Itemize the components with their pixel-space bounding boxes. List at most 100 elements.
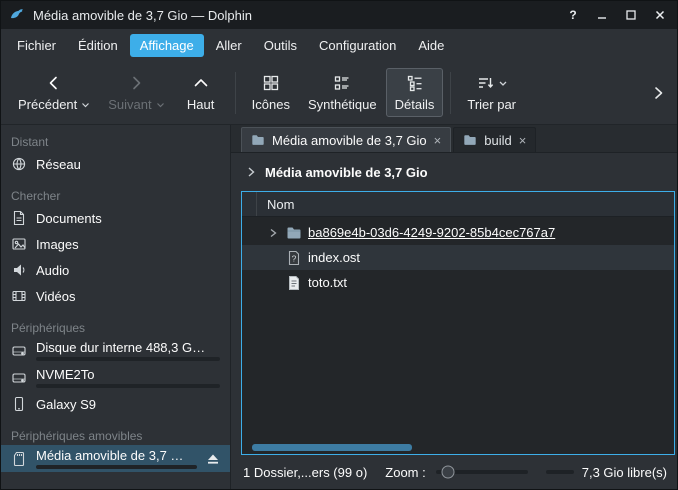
url-navigator[interactable]: Média amovible de 3,7 Gio bbox=[231, 153, 677, 191]
sort-by-button[interactable]: Trier par bbox=[458, 68, 525, 117]
compact-view-icon bbox=[333, 73, 351, 93]
menubar: Fichier Édition Affichage Aller Outils C… bbox=[1, 29, 677, 61]
close-icon[interactable] bbox=[651, 6, 669, 24]
status-summary: 1 Dossier,...ers (99 o) bbox=[243, 465, 367, 480]
menu-fichier[interactable]: Fichier bbox=[7, 34, 66, 57]
sort-icon bbox=[476, 74, 494, 92]
places-panel: Distant Réseau Chercher Documents Images bbox=[1, 125, 231, 489]
harddrive-icon bbox=[11, 370, 27, 386]
sidebar-item-label: Images bbox=[36, 237, 79, 252]
sdcard-icon bbox=[11, 451, 27, 467]
tab-build[interactable]: build × bbox=[453, 127, 536, 152]
sidebar-item-audio[interactable]: Audio bbox=[1, 257, 230, 283]
disk-usage-bar bbox=[36, 384, 220, 388]
caret-down-icon bbox=[156, 102, 165, 108]
up-button[interactable]: Haut bbox=[174, 68, 228, 117]
sidebar-item-media-amovible[interactable]: Média amovible de 3,7 … bbox=[1, 445, 230, 472]
sidebar-item-images[interactable]: Images bbox=[1, 231, 230, 257]
forward-button[interactable]: Suivant bbox=[99, 68, 173, 117]
file-name[interactable]: index.ost bbox=[308, 250, 360, 265]
toolbar: Précédent Suivant Haut Icônes Synthétiq bbox=[1, 61, 677, 125]
zoom-slider[interactable] bbox=[436, 470, 528, 474]
tab-label: Média amovible de 3,7 Gio bbox=[272, 133, 427, 148]
places-section-peripheriques: Périphériques bbox=[1, 319, 230, 337]
column-separator bbox=[256, 192, 257, 216]
horizontal-scrollbar[interactable] bbox=[248, 444, 668, 451]
menu-outils[interactable]: Outils bbox=[254, 34, 307, 57]
sidebar-item-documents[interactable]: Documents bbox=[1, 205, 230, 231]
toolbar-separator bbox=[235, 72, 236, 114]
maximize-icon[interactable] bbox=[622, 6, 640, 24]
tab-media-amovible[interactable]: Média amovible de 3,7 Gio × bbox=[241, 127, 451, 152]
icons-view-button[interactable]: Icônes bbox=[243, 68, 299, 117]
sidebar-item-reseau[interactable]: Réseau bbox=[1, 151, 230, 177]
disk-usage-bar bbox=[36, 357, 220, 361]
titlebar[interactable]: Média amovible de 3,7 Gio — Dolphin ? bbox=[1, 1, 677, 29]
folder-icon bbox=[463, 133, 477, 147]
sort-by-label: Trier par bbox=[467, 97, 516, 112]
sidebar-item-label: Média amovible de 3,7 … bbox=[36, 448, 197, 463]
zoom-slider-handle[interactable] bbox=[441, 466, 454, 479]
phone-icon bbox=[11, 396, 27, 412]
image-icon bbox=[11, 236, 27, 252]
eject-icon[interactable] bbox=[206, 452, 220, 466]
help-button[interactable]: ? bbox=[564, 6, 582, 24]
up-label: Haut bbox=[187, 97, 214, 112]
compact-view-button[interactable]: Synthétique bbox=[299, 68, 386, 117]
content-pane: Média amovible de 3,7 Gio × build × Médi… bbox=[231, 125, 677, 489]
tab-close-icon[interactable]: × bbox=[519, 134, 527, 147]
free-space-label: 7,3 Gio libre(s) bbox=[582, 465, 667, 480]
file-name[interactable]: toto.txt bbox=[308, 275, 347, 290]
tab-close-icon[interactable]: × bbox=[434, 134, 442, 147]
minimize-icon[interactable] bbox=[593, 6, 611, 24]
harddrive-icon bbox=[11, 343, 27, 359]
details-view-label: Détails bbox=[395, 97, 435, 112]
file-name[interactable]: ba869e4b-03d6-4249-9202-85b4cec767a7 bbox=[308, 225, 555, 240]
menu-edition[interactable]: Édition bbox=[68, 34, 128, 57]
back-label: Précédent bbox=[18, 97, 77, 112]
network-icon bbox=[11, 156, 27, 172]
audio-icon bbox=[11, 262, 27, 278]
chevron-right-icon bbox=[649, 84, 667, 102]
forward-label: Suivant bbox=[108, 97, 151, 112]
menu-aide[interactable]: Aide bbox=[408, 34, 454, 57]
icons-view-icon bbox=[262, 73, 280, 93]
breadcrumb[interactable]: Média amovible de 3,7 Gio bbox=[265, 165, 428, 180]
svg-text:?: ? bbox=[292, 253, 297, 263]
sidebar-item-videos[interactable]: Vidéos bbox=[1, 283, 230, 309]
sidebar-item-label: NVME2To bbox=[36, 367, 220, 382]
folder-icon bbox=[251, 133, 265, 147]
capacity-bar bbox=[546, 470, 574, 474]
sidebar-item-label: Documents bbox=[36, 211, 102, 226]
compact-view-label: Synthétique bbox=[308, 97, 377, 112]
zoom-label: Zoom : bbox=[385, 465, 425, 480]
window-title: Média amovible de 3,7 Gio — Dolphin bbox=[33, 8, 252, 23]
sidebar-item-nvme2to[interactable]: NVME2To bbox=[1, 364, 230, 391]
chevron-left-icon bbox=[45, 73, 63, 93]
table-row[interactable]: ? index.ost bbox=[242, 245, 674, 270]
document-icon bbox=[11, 210, 27, 226]
sidebar-item-label: Galaxy S9 bbox=[36, 397, 96, 412]
folder-icon bbox=[286, 225, 302, 241]
column-header[interactable]: Nom bbox=[242, 192, 674, 217]
details-view-button[interactable]: Détails bbox=[386, 68, 444, 117]
tab-bar: Média amovible de 3,7 Gio × build × bbox=[231, 125, 677, 153]
free-space-info: 7,3 Gio libre(s) bbox=[546, 465, 667, 480]
unknown-file-icon: ? bbox=[286, 250, 302, 266]
table-row[interactable]: toto.txt bbox=[242, 270, 674, 295]
sidebar-item-galaxy-s9[interactable]: Galaxy S9 bbox=[1, 391, 230, 417]
places-section-peripheriques-amovibles: Périphériques amovibles bbox=[1, 427, 230, 445]
expander-icon[interactable] bbox=[268, 227, 280, 239]
sidebar-item-disque-dur-interne[interactable]: Disque dur interne 488,3 G… bbox=[1, 337, 230, 364]
menu-configuration[interactable]: Configuration bbox=[309, 34, 406, 57]
menu-affichage[interactable]: Affichage bbox=[130, 34, 204, 57]
main-area: Distant Réseau Chercher Documents Images bbox=[1, 125, 677, 489]
sidebar-item-label: Disque dur interne 488,3 G… bbox=[36, 340, 220, 355]
menu-aller[interactable]: Aller bbox=[206, 34, 252, 57]
disk-usage-bar bbox=[36, 465, 197, 469]
toolbar-overflow-button[interactable] bbox=[647, 84, 669, 102]
video-icon bbox=[11, 288, 27, 304]
table-row[interactable]: ba869e4b-03d6-4249-9202-85b4cec767a7 bbox=[242, 220, 674, 245]
scrollbar-thumb[interactable] bbox=[252, 444, 412, 451]
back-button[interactable]: Précédent bbox=[9, 68, 99, 117]
